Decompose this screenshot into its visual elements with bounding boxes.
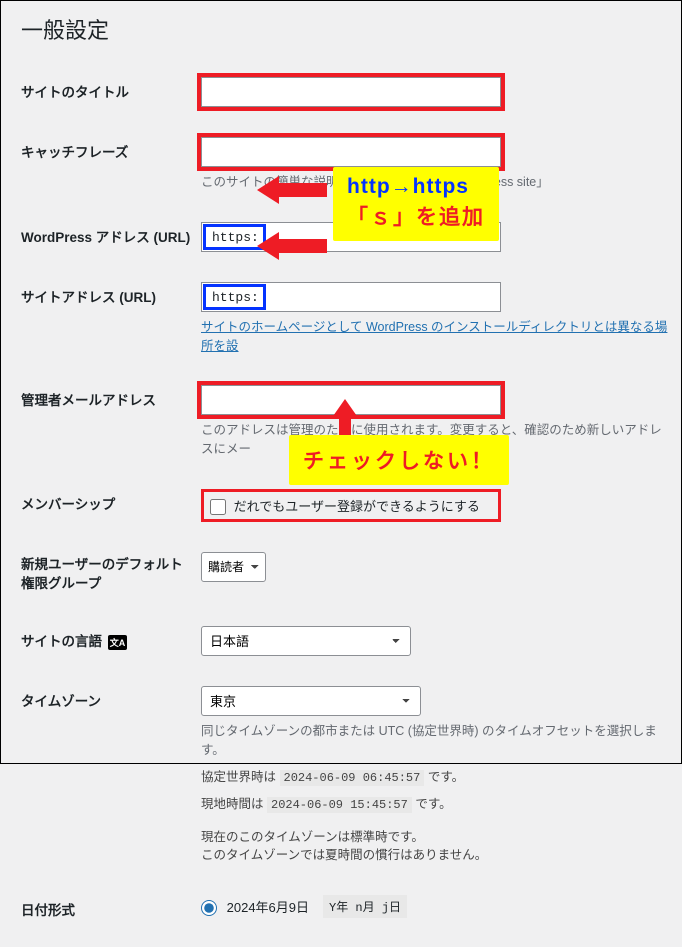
date-format-option[interactable]: 2024年6月9日: [201, 897, 309, 917]
callout-https-line1: http→https: [347, 175, 485, 199]
callout-https-line2: 「ｓ」を追加: [347, 201, 485, 231]
timezone-local-line: 現地時間は 2024-06-09 15:45:57 です。: [201, 795, 671, 814]
page-title: 一般設定: [21, 13, 671, 45]
timezone-desc: 同じタイムゾーンの都市または UTC (協定世界時) のタイムオフセットを選択し…: [201, 722, 671, 760]
membership-checkbox-text: だれでもユーザー登録ができるようにする: [234, 499, 480, 514]
timezone-label: タイムゾーン: [21, 672, 201, 881]
default-role-label: 新規ユーザーのデフォルト権限グループ: [21, 538, 201, 612]
local-time-code: 2024-06-09 15:45:57: [267, 797, 412, 813]
tagline-label: キャッチフレーズ: [21, 123, 201, 208]
site-url-https-highlight: https:: [203, 284, 266, 310]
membership-label: メンバーシップ: [21, 475, 201, 539]
wp-url-label: WordPress アドレス (URL): [21, 208, 201, 268]
utc-time-code: 2024-06-09 06:45:57: [280, 770, 425, 786]
arrow-left-icon: [257, 179, 327, 201]
arrow-up-icon: [333, 399, 357, 439]
arrow-left-icon: [257, 235, 327, 257]
site-url-help-link[interactable]: サイトのホームページとして WordPress のインストールディレクトリとは異…: [201, 320, 667, 353]
date-format-label: 日付形式: [21, 881, 201, 937]
site-url-label: サイトアドレス (URL): [21, 268, 201, 372]
membership-box: だれでもユーザー登録ができるようにする: [201, 489, 501, 523]
site-title-input[interactable]: [201, 77, 501, 107]
date-format-radio[interactable]: [201, 900, 217, 916]
callout-nocheck: チェックしない！: [289, 435, 509, 485]
translate-icon: 文A: [108, 635, 128, 650]
site-title-label: サイトのタイトル: [21, 63, 201, 123]
timezone-select[interactable]: 東京: [201, 686, 421, 716]
default-role-select[interactable]: 購読者: [201, 552, 266, 582]
date-format-code: Y年 n月 j日: [323, 895, 407, 918]
timezone-utc-line: 協定世界時は 2024-06-09 06:45:57 です。: [201, 768, 671, 787]
timezone-std2: このタイムゾーンでは夏時間の慣行はありません。: [201, 846, 671, 865]
site-lang-label: サイトの言語 文A: [21, 612, 201, 672]
admin-email-label: 管理者メールアドレス: [21, 371, 201, 475]
tagline-input[interactable]: [201, 137, 501, 167]
site-lang-select[interactable]: 日本語: [201, 626, 411, 656]
membership-checkbox-label[interactable]: だれでもユーザー登録ができるようにする: [210, 499, 480, 514]
timezone-std1: 現在のこのタイムゾーンは標準時です。: [201, 828, 671, 847]
membership-checkbox[interactable]: [210, 499, 226, 515]
date-format-sample: 2024年6月9日: [227, 900, 309, 915]
callout-https: http→https 「ｓ」を追加: [333, 167, 499, 241]
